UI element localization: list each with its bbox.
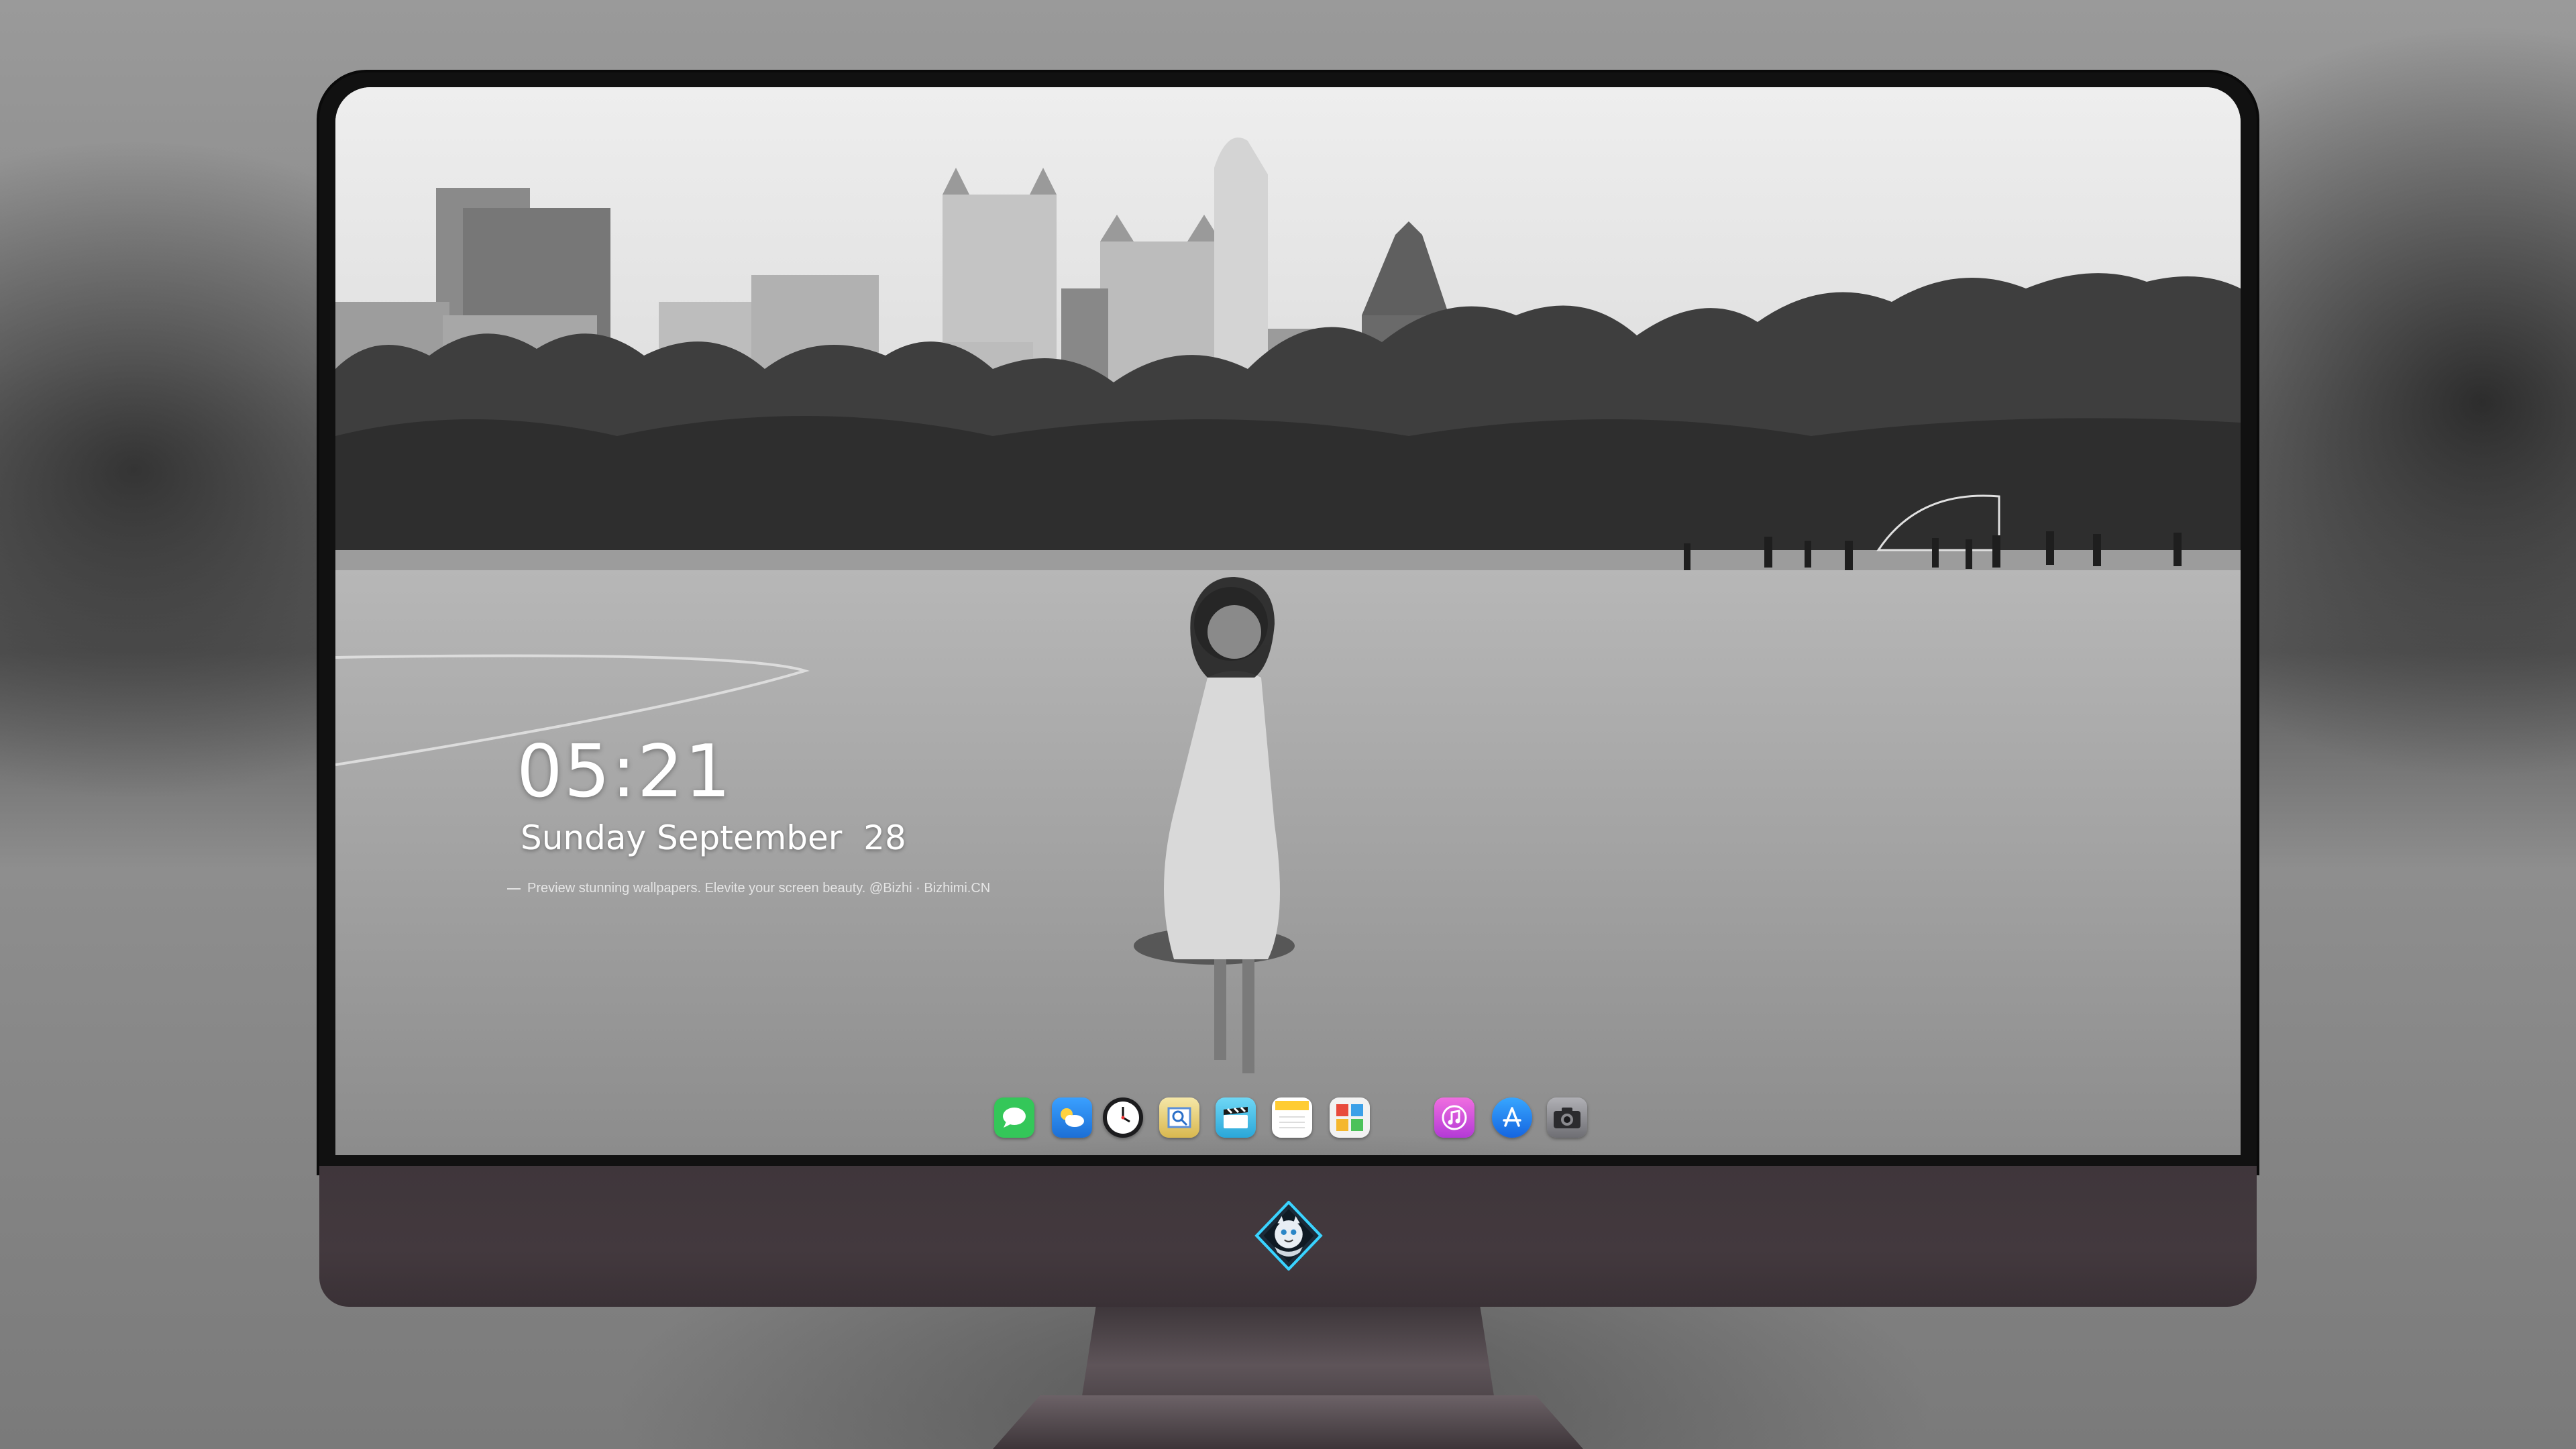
wallpaper-image: [335, 87, 2241, 1155]
dragon-mascot-logo-icon: [1254, 1201, 1323, 1271]
dock-app-itunes[interactable]: [1434, 1097, 1474, 1138]
caption-dash: [507, 888, 521, 890]
lockscreen-date: Sunday September 28: [521, 818, 906, 857]
lockscreen-time: 05:21: [517, 730, 733, 814]
dock-app-clips[interactable]: [1216, 1097, 1256, 1138]
photo-booth-icon: [1336, 1104, 1363, 1131]
weather-icon: [1061, 1108, 1084, 1127]
dock-app-messages[interactable]: [994, 1097, 1034, 1138]
monitor-stand-neck: [1080, 1301, 1496, 1409]
monitor: 05:21 Sunday September 28 Preview stunni…: [319, 72, 2257, 1307]
monitor-stand-base: [993, 1395, 1583, 1449]
dock-app-app-store[interactable]: [1492, 1097, 1532, 1138]
itunes-icon: [1442, 1105, 1467, 1130]
dock: [983, 1085, 1593, 1155]
dock-app-photo-booth[interactable]: [1330, 1097, 1370, 1138]
blurred-background: 05:21 Sunday September 28 Preview stunni…: [0, 0, 2576, 1449]
dock-app-clock[interactable]: [1103, 1097, 1143, 1138]
dock-app-weather[interactable]: [1052, 1097, 1092, 1138]
preview-icon: [1167, 1107, 1191, 1128]
notes-icon: [1275, 1101, 1309, 1128]
display-screen: 05:21 Sunday September 28 Preview stunni…: [335, 87, 2241, 1155]
dock-app-notes[interactable]: [1272, 1097, 1312, 1138]
dock-app-camera[interactable]: [1547, 1097, 1587, 1138]
wallpaper-caption: Preview stunning wallpapers. Elevite you…: [507, 881, 990, 896]
dock-app-preview[interactable]: [1159, 1097, 1199, 1138]
clips-icon: [1224, 1106, 1248, 1128]
camera-icon: [1554, 1108, 1580, 1128]
app-store-icon: [1503, 1107, 1521, 1127]
messages-icon: [1003, 1108, 1026, 1128]
clock-icon: [1107, 1102, 1139, 1134]
wallpaper-caption-text: Preview stunning wallpapers. Elevite you…: [527, 881, 991, 896]
